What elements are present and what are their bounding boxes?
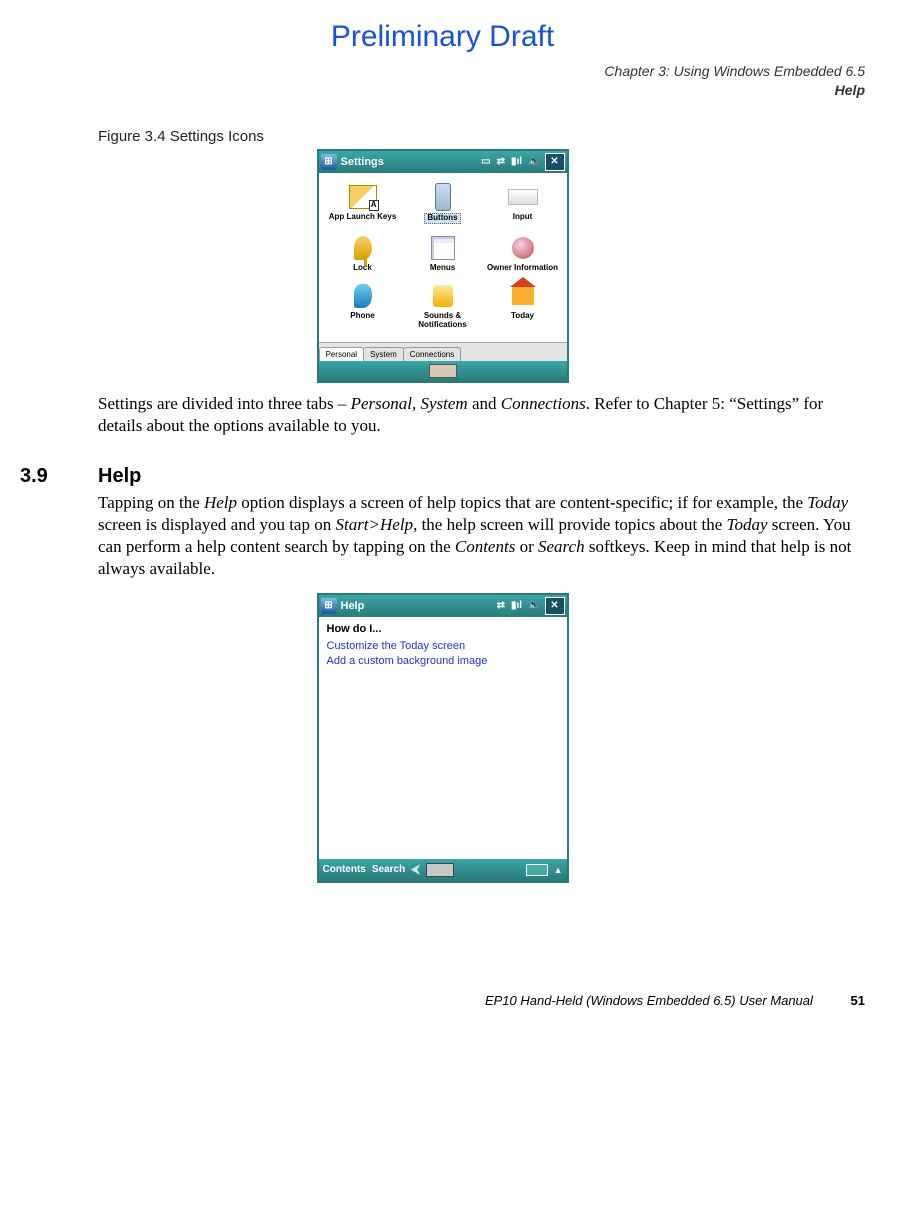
settings-bottombar — [319, 361, 567, 381]
text-italic: Search — [538, 537, 585, 556]
help-titlebar: ⊞ Help ⇄ ▮ıl 🔈 ✕ — [319, 595, 567, 617]
buttons-icon — [428, 183, 458, 211]
close-icon[interactable]: ✕ — [545, 597, 565, 615]
help-screenshot: ⊞ Help ⇄ ▮ıl 🔈 ✕ How do I... Customize t… — [317, 593, 569, 883]
help-link[interactable]: Customize the Today screen — [327, 639, 559, 654]
signal-icon: ▮ıl — [511, 600, 522, 611]
settings-screenshot: ⊞ Settings ▭ ⇄ ▮ıl 🔈 ✕ App Launch Keys B… — [317, 149, 569, 383]
battery-icon: ▭ — [481, 156, 490, 167]
back-arrow-icon[interactable]: ⮜ — [411, 862, 420, 877]
settings-item-app-launch-keys[interactable]: App Launch Keys — [323, 181, 403, 232]
settings-item-phone[interactable]: Phone — [323, 280, 403, 338]
settings-item-label: Menus — [430, 263, 455, 272]
help-heading: How do I... — [327, 623, 559, 635]
text: screen is displayed and you tap on — [98, 515, 335, 534]
figure-caption: Figure 3.4 Settings Icons — [98, 128, 865, 145]
volume-icon: 🔈 — [528, 156, 540, 167]
softkey-contents[interactable]: Contents — [323, 864, 366, 875]
settings-item-label: Lock — [353, 263, 372, 272]
softkey-search[interactable]: Search — [372, 864, 405, 875]
text: , the help screen will provide topics ab… — [413, 515, 726, 534]
section-number: 3.9 — [20, 465, 98, 488]
help-paragraph: Tapping on the Help option displays a sc… — [98, 492, 865, 580]
chapter-header: Chapter 3: Using Windows Embedded 6.5 He… — [20, 62, 865, 100]
settings-item-label: Phone — [350, 311, 374, 320]
settings-item-label: Today — [511, 311, 534, 320]
chapter-header-line1: Chapter 3: Using Windows Embedded 6.5 — [604, 63, 865, 79]
text-italic: Connections — [501, 394, 586, 413]
text-italic: Today — [807, 493, 848, 512]
text: and — [468, 394, 501, 413]
signal-icon: ▮ıl — [511, 156, 522, 167]
lock-icon — [348, 234, 378, 262]
page-footer: EP10 Hand-Held (Windows Embedded 6.5) Us… — [20, 993, 865, 1008]
phone-icon — [348, 282, 378, 310]
text: Settings are divided into three tabs – — [98, 394, 351, 413]
status-icons: ▭ ⇄ ▮ıl 🔈 — [481, 156, 540, 167]
settings-item-label: Input — [513, 212, 533, 221]
settings-item-label: Sounds & Notifications — [418, 311, 466, 329]
settings-titlebar: ⊞ Settings ▭ ⇄ ▮ıl 🔈 ✕ — [319, 151, 567, 173]
settings-item-label: Buttons — [424, 213, 460, 224]
preliminary-draft-header: Preliminary Draft — [20, 20, 865, 54]
text: option displays a screen of help topics … — [237, 493, 807, 512]
app-launch-keys-icon — [348, 183, 378, 211]
tab-connections[interactable]: Connections — [403, 347, 461, 361]
settings-item-label: Owner Information — [487, 263, 558, 272]
settings-item-sounds-notifications[interactable]: Sounds & Notifications — [403, 280, 483, 338]
close-icon[interactable]: ✕ — [545, 153, 565, 171]
owner-icon — [508, 234, 538, 262]
connect-icon: ⇄ — [497, 156, 505, 167]
settings-item-menus[interactable]: Menus — [403, 232, 483, 281]
settings-paragraph: Settings are divided into three tabs – P… — [98, 393, 865, 437]
text: or — [515, 537, 538, 556]
section-heading-row: 3.9 Help — [20, 465, 865, 488]
chapter-header-line2: Help — [835, 82, 865, 98]
document-page: Preliminary Draft Chapter 3: Using Windo… — [0, 0, 915, 1038]
tab-personal[interactable]: Personal — [319, 347, 365, 361]
status-icons: ⇄ ▮ıl 🔈 — [497, 600, 541, 611]
sounds-icon — [428, 282, 458, 310]
settings-title: Settings — [341, 156, 482, 168]
settings-item-owner-information[interactable]: Owner Information — [483, 232, 563, 281]
keyboard-icon[interactable] — [426, 863, 454, 877]
menus-icon — [428, 234, 458, 262]
connect-icon: ⇄ — [497, 600, 505, 611]
settings-item-today[interactable]: Today — [483, 280, 563, 338]
help-link[interactable]: Add a custom background image — [327, 654, 559, 669]
today-icon — [508, 282, 538, 310]
text-italic: Start>Help — [335, 515, 413, 534]
section-title: Help — [98, 465, 141, 488]
settings-item-label: App Launch Keys — [329, 212, 397, 221]
text-italic: Help — [204, 493, 237, 512]
keyboard-icon[interactable] — [429, 364, 457, 378]
settings-item-input[interactable]: Input — [483, 181, 563, 232]
footer-page-number: 51 — [851, 993, 865, 1008]
text-italic: Contents — [455, 537, 515, 556]
input-icon — [508, 183, 538, 211]
settings-item-buttons[interactable]: Buttons — [403, 181, 483, 232]
settings-tabstrip: Personal System Connections — [319, 342, 567, 361]
text: Tapping on the — [98, 493, 204, 512]
start-icon[interactable]: ⊞ — [321, 154, 337, 170]
up-arrow-icon[interactable]: ▲ — [554, 865, 563, 875]
tab-system[interactable]: System — [363, 347, 404, 361]
help-title: Help — [341, 600, 497, 612]
start-icon[interactable]: ⊞ — [321, 598, 337, 614]
help-softkey-bar: Contents Search ⮜ ▲ — [319, 859, 567, 881]
settings-item-lock[interactable]: Lock — [323, 232, 403, 281]
settings-icon-grid: App Launch Keys Buttons Input Lock Menus… — [319, 173, 567, 342]
text-italic: Personal, System — [351, 394, 468, 413]
sip-button-icon[interactable] — [526, 864, 548, 876]
help-body: How do I... Customize the Today screen A… — [319, 617, 567, 859]
text-italic: Today — [727, 515, 768, 534]
footer-manual-title: EP10 Hand-Held (Windows Embedded 6.5) Us… — [485, 993, 813, 1008]
volume-icon: 🔈 — [528, 600, 540, 611]
